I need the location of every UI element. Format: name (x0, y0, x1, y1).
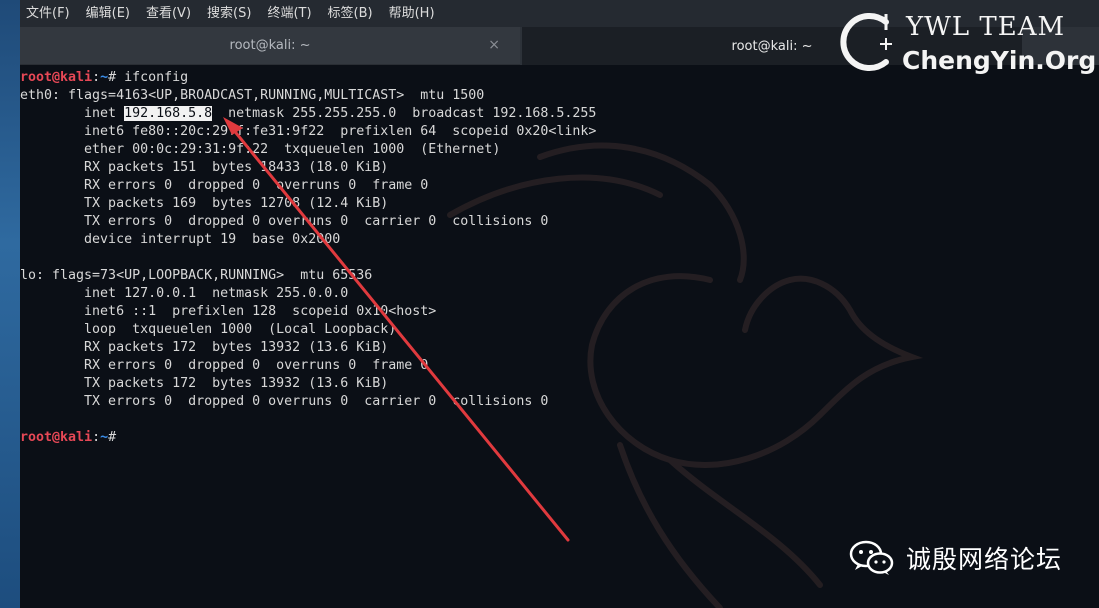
forum-label: 诚殷网络论坛 (906, 545, 1063, 574)
menu-terminal[interactable]: 终端(T) (259, 0, 319, 27)
menu-edit[interactable]: 编辑(E) (78, 0, 138, 27)
tab-1-label: root@kali: ~ (229, 38, 311, 53)
output-line: inet6 ::1 prefixlen 128 scopeid 0x10<hos… (20, 304, 437, 319)
forum-badge: 诚殷网络论坛 (848, 536, 1062, 580)
menu-file[interactable]: 文件(F) (20, 0, 78, 27)
output-line: RX errors 0 dropped 0 overruns 0 frame 0 (20, 178, 429, 193)
close-icon[interactable]: × (488, 37, 500, 53)
output-line: ether 00:0c:29:31:9f:22 txqueuelen 1000 … (20, 142, 501, 157)
output-line: RX errors 0 dropped 0 overruns 0 frame 0 (20, 358, 429, 373)
output-line: RX packets 172 bytes 13932 (13.6 KiB) (20, 340, 389, 355)
terminal-output: root@kali:~# ifconfig eth0: flags=4163<U… (20, 69, 596, 447)
output-line: inet6 fe80::20c:29ff:fe31:9f22 prefixlen… (20, 124, 597, 139)
output-line: TX errors 0 dropped 0 overruns 0 carrier… (20, 394, 549, 409)
tab-1[interactable]: root@kali: ~ × (20, 27, 520, 65)
menu-help[interactable]: 帮助(H) (381, 0, 443, 27)
output-line: TX packets 169 bytes 12708 (12.4 KiB) (20, 196, 389, 211)
output-line: lo: flags=73<UP,LOOPBACK,RUNNING> mtu 65… (20, 268, 373, 283)
prompt-line: root@kali:~# (20, 429, 596, 447)
tab-2-label: root@kali: ~ (731, 38, 813, 54)
desktop-edge (0, 0, 20, 608)
cywl-logo-icon (840, 13, 892, 71)
watermark: YWL TEAM ChengYin.Org (828, 6, 1097, 78)
menu-search[interactable]: 搜索(S) (199, 0, 259, 27)
output-line-inet: inet 192.168.5.8 netmask 255.255.255.0 b… (20, 106, 597, 121)
output-line: TX errors 0 dropped 0 overruns 0 carrier… (20, 214, 549, 229)
menu-view[interactable]: 查看(V) (138, 0, 199, 27)
terminal-window: 文件(F) 编辑(E) 查看(V) 搜索(S) 终端(T) 标签(B) 帮助(H… (20, 0, 1099, 608)
wechat-icon (849, 540, 894, 575)
menu-tabs[interactable]: 标签(B) (320, 0, 381, 27)
output-line: loop txqueuelen 1000 (Local Loopback) (20, 322, 397, 337)
output-line: inet 127.0.0.1 netmask 255.0.0.0 (20, 286, 349, 301)
command-text: ifconfig (116, 70, 189, 85)
prompt-line: root@kali:~# ifconfig (20, 70, 189, 85)
output-line: device interrupt 19 base 0x2000 (20, 232, 341, 247)
output-line: RX packets 151 bytes 18433 (18.0 KiB) (20, 160, 389, 175)
selected-ip[interactable]: 192.168.5.8 (124, 106, 213, 121)
output-line: eth0: flags=4163<UP,BROADCAST,RUNNING,MU… (20, 88, 485, 103)
terminal-area[interactable]: root@kali:~# ifconfig eth0: flags=4163<U… (20, 65, 1099, 608)
watermark-title: YWL TEAM (906, 12, 1066, 42)
watermark-subtitle: ChengYin.Org (902, 46, 1097, 75)
output-line: TX packets 172 bytes 13932 (13.6 KiB) (20, 376, 389, 391)
